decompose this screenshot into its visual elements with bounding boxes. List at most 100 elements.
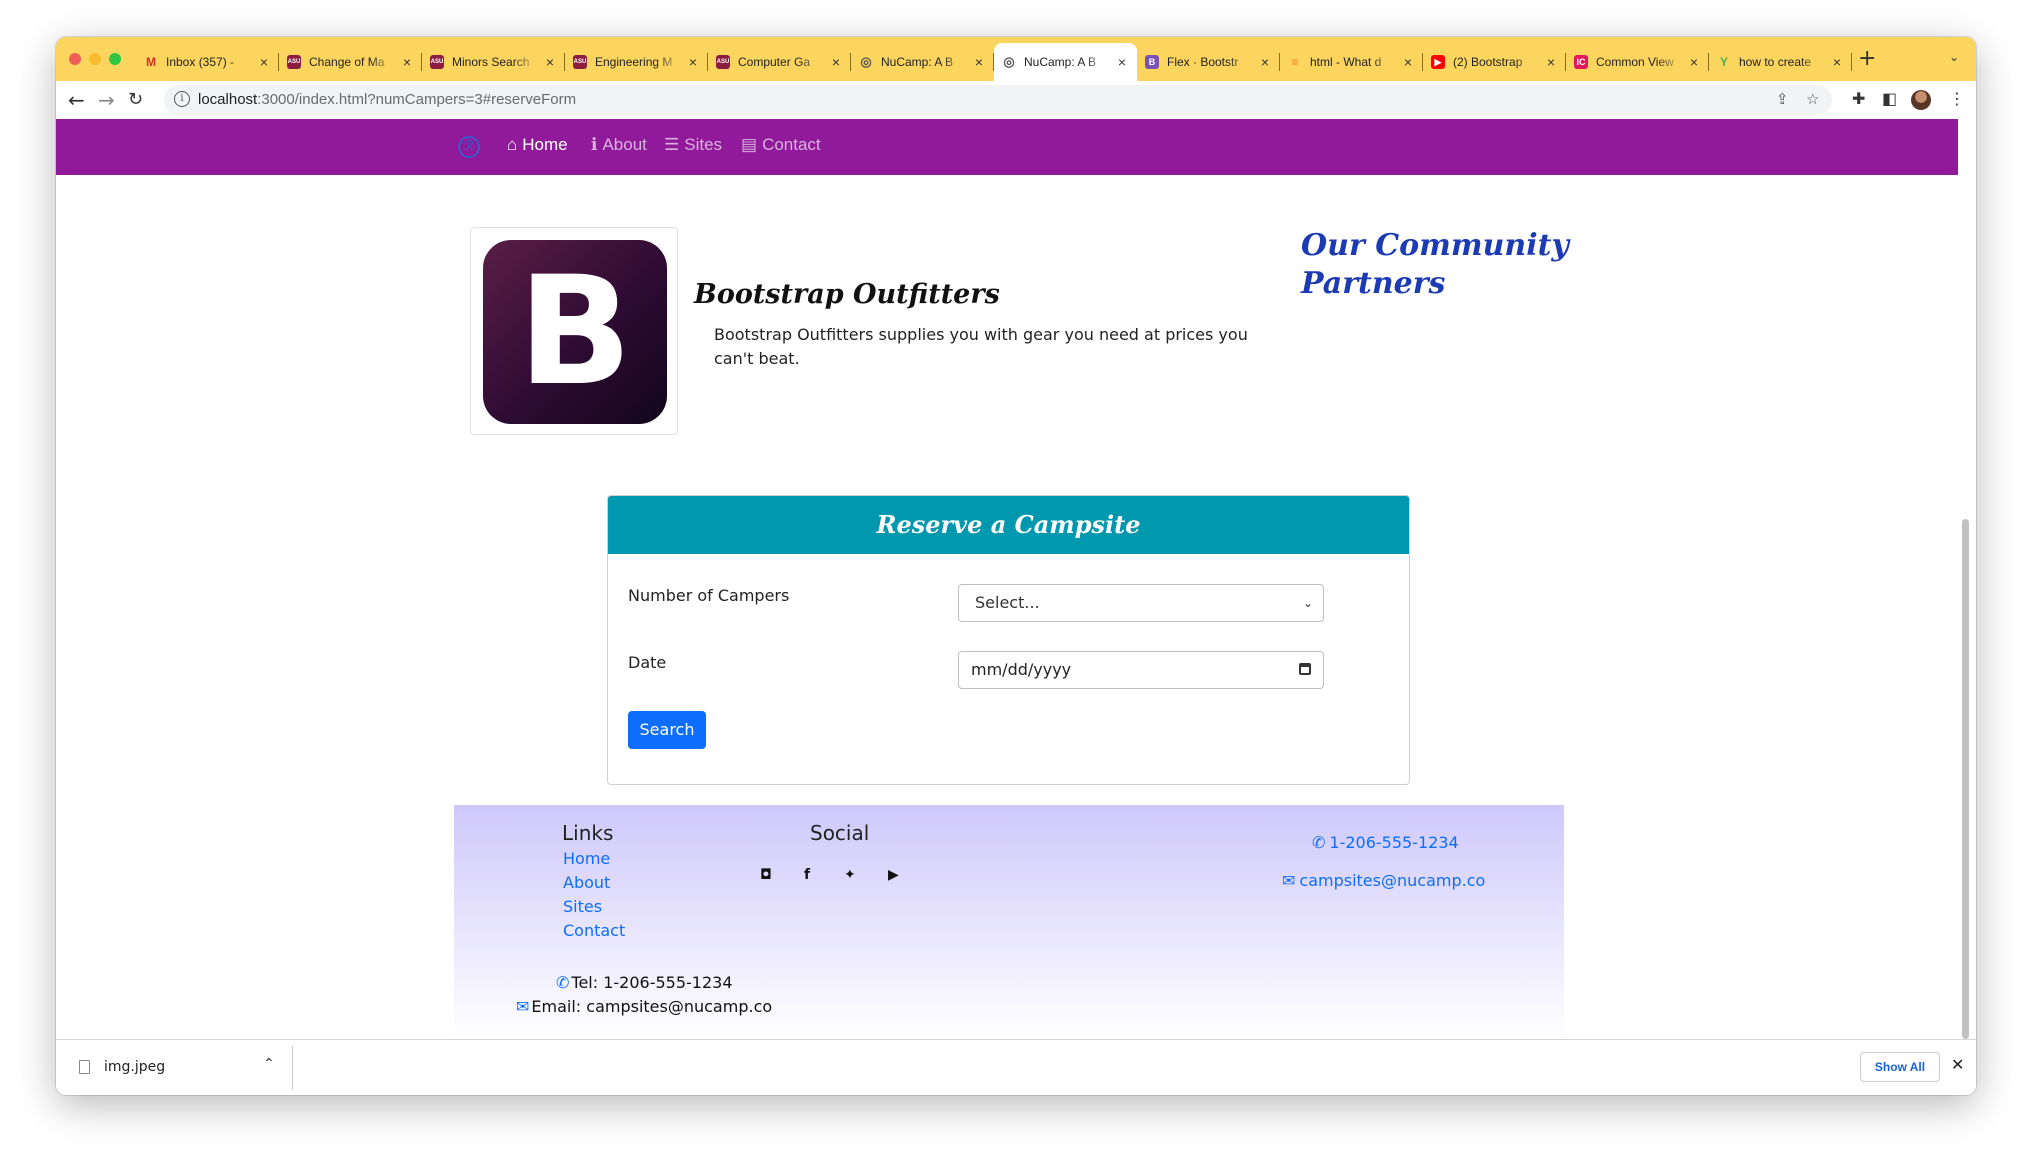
asu-icon: ASU bbox=[430, 55, 444, 69]
nav-contact-link[interactable]: ▤ Contact bbox=[741, 135, 821, 155]
tab-close-icon[interactable]: × bbox=[257, 54, 271, 70]
browser-tab[interactable]: ◎ NuCamp: A B × bbox=[994, 43, 1137, 81]
browser-tab[interactable]: B Flex · Bootstr × bbox=[1137, 43, 1280, 81]
site-info-icon[interactable]: i bbox=[174, 91, 190, 107]
bookmark-star-icon[interactable]: ☆ bbox=[1806, 90, 1819, 108]
address-card-icon: ▤ bbox=[741, 135, 758, 154]
nav-about-link[interactable]: ℹ About bbox=[591, 135, 647, 155]
campers-select-value: Select... bbox=[975, 593, 1040, 612]
tab-title: html - What d bbox=[1310, 55, 1382, 69]
footer-link-about[interactable]: About bbox=[563, 873, 610, 892]
envelope-icon: ✉ bbox=[516, 997, 530, 1016]
tab-title: Change of Ma bbox=[309, 55, 385, 69]
close-window-button[interactable] bbox=[69, 53, 81, 65]
partners-heading-line1: Our Community bbox=[1301, 228, 1569, 263]
browser-tab[interactable]: ASU Minors Search × bbox=[422, 43, 565, 81]
instagram-icon[interactable]: ◘ bbox=[760, 867, 772, 883]
tab-close-icon[interactable]: × bbox=[1258, 54, 1272, 70]
tab-close-icon[interactable]: × bbox=[400, 54, 414, 70]
profile-avatar[interactable] bbox=[1911, 90, 1931, 110]
footer-email-link[interactable]: ✉ campsites@nucamp.co bbox=[1282, 871, 1485, 890]
tab-title: Minors Search bbox=[452, 55, 530, 69]
forward-arrow-icon[interactable]: → bbox=[98, 88, 115, 112]
list-icon: ☰ bbox=[664, 135, 680, 154]
tab-title: Engineering M bbox=[595, 55, 673, 69]
nav-home-link[interactable]: ⌂ Home bbox=[507, 135, 568, 155]
asu-icon: ASU bbox=[287, 55, 301, 69]
footer-phone-link[interactable]: ✆ 1-206-555-1234 bbox=[1312, 833, 1459, 852]
tab-close-icon[interactable]: × bbox=[543, 54, 557, 70]
browser-tab[interactable]: ▶ (2) Bootstrap × bbox=[1423, 43, 1566, 81]
campers-label: Number of Campers bbox=[628, 586, 790, 605]
tab-title: NuCamp: A B bbox=[881, 55, 954, 69]
bootstrap-icon: B bbox=[1145, 55, 1159, 69]
community-partners-heading: Our Community Partners bbox=[1301, 227, 1569, 303]
reserve-card-header: Reserve a Campsite bbox=[608, 496, 1409, 554]
reload-icon[interactable]: ↻ bbox=[128, 88, 143, 112]
footer-links-heading: Links bbox=[562, 821, 614, 845]
footer-social-heading: Social bbox=[810, 821, 870, 845]
youtube-icon[interactable]: ▶ bbox=[888, 867, 899, 883]
browser-tab[interactable]: ◎ NuCamp: A B × bbox=[851, 43, 994, 81]
footer-email-text: campsites@nucamp.co bbox=[1299, 871, 1486, 890]
tab-close-icon[interactable]: × bbox=[1115, 54, 1129, 70]
footer-link-home[interactable]: Home bbox=[563, 849, 610, 868]
tab-close-icon[interactable]: × bbox=[1687, 54, 1701, 70]
search-button[interactable]: Search bbox=[628, 711, 706, 749]
address-bar[interactable]: i localhost:3000/index.html?numCampers=3… bbox=[164, 85, 1832, 115]
tab-close-icon[interactable]: × bbox=[1830, 54, 1844, 70]
tab-search-chevron-icon[interactable]: ⌄ bbox=[1949, 50, 1959, 64]
twitter-icon[interactable]: ✦ bbox=[844, 867, 856, 883]
tab-list: M Inbox (357) - × ASU Change of Ma × ASU Minors… bbox=[136, 43, 1852, 81]
side-panel-icon[interactable]: ◧ bbox=[1882, 89, 1897, 108]
browser-tab[interactable]: ≡ html - What d × bbox=[1280, 43, 1423, 81]
tab-close-icon[interactable]: × bbox=[829, 54, 843, 70]
chevron-down-icon: ⌄ bbox=[1302, 596, 1313, 610]
tab-title: Flex · Bootstr bbox=[1167, 55, 1239, 69]
browser-tab[interactable]: Yhow to create × bbox=[1709, 43, 1852, 81]
browser-tab[interactable]: ASU Engineering M × bbox=[565, 43, 708, 81]
tab-close-icon[interactable]: × bbox=[1544, 54, 1558, 70]
tab-close-icon[interactable]: × bbox=[686, 54, 700, 70]
tab-close-icon[interactable]: × bbox=[972, 54, 986, 70]
stackoverflow-icon: ≡ bbox=[1291, 55, 1299, 69]
home-icon: ⌂ bbox=[507, 135, 518, 154]
calendar-icon[interactable] bbox=[1299, 663, 1311, 675]
nucamp-logo-icon[interactable]: ℛ bbox=[458, 136, 480, 158]
footer-link-sites[interactable]: Sites bbox=[563, 897, 602, 916]
back-arrow-icon[interactable]: ← bbox=[68, 88, 85, 112]
kebab-menu-icon[interactable]: ⋮ bbox=[1949, 89, 1965, 108]
show-all-button[interactable]: Show All bbox=[1860, 1052, 1940, 1082]
envelope-icon: ✉ bbox=[1282, 871, 1296, 890]
tab-title: (2) Bootstrap bbox=[1453, 55, 1523, 69]
extensions-puzzle-icon[interactable]: ✚ bbox=[1852, 89, 1865, 108]
browser-tab[interactable]: M Inbox (357) - × bbox=[136, 43, 279, 81]
globe-icon: ◎ bbox=[860, 54, 872, 69]
new-tab-button[interactable]: + bbox=[1858, 46, 1876, 71]
tab-strip: M Inbox (357) - × ASU Change of Ma × ASU Minors… bbox=[56, 37, 1976, 81]
share-icon[interactable]: ⇪ bbox=[1776, 90, 1789, 108]
browser-tab[interactable]: ASU Computer Ga × bbox=[708, 43, 851, 81]
campers-select[interactable]: Select... ⌄ bbox=[958, 584, 1324, 622]
nav-sites-link[interactable]: ☰ Sites bbox=[664, 135, 722, 155]
partners-heading-line2: Partners bbox=[1301, 266, 1446, 301]
download-item[interactable]: img.jpeg bbox=[79, 1059, 165, 1075]
browser-tab[interactable]: IC Common View × bbox=[1566, 43, 1709, 81]
reserve-campsite-card: Reserve a Campsite Number of Campers Sel… bbox=[607, 495, 1410, 785]
partner-title: Bootstrap Outfitters bbox=[694, 279, 1000, 310]
minimize-window-button[interactable] bbox=[89, 53, 101, 65]
youtube-icon: ▶ bbox=[1431, 55, 1445, 69]
page-viewport: ℛ ⌂ Home ℹ About ☰ Sites ▤ Contact B Bootstr… bbox=[56, 119, 1976, 1039]
browser-tab[interactable]: ASU Change of Ma × bbox=[279, 43, 422, 81]
tab-close-icon[interactable]: × bbox=[1401, 54, 1415, 70]
site-footer: Links Home About Sites Contact Social ◘ … bbox=[454, 805, 1564, 1039]
chevron-up-icon[interactable]: ⌃ bbox=[263, 1056, 275, 1072]
footer-link-contact[interactable]: Contact bbox=[563, 921, 625, 940]
partner-description: Bootstrap Outfitters supplies you with g… bbox=[714, 325, 1248, 368]
page-scrollbar[interactable] bbox=[1962, 519, 1969, 1039]
facebook-icon[interactable]: f bbox=[804, 867, 810, 883]
nav-home-label: Home bbox=[522, 135, 568, 154]
close-icon[interactable]: ✕ bbox=[1951, 1055, 1964, 1074]
maximize-window-button[interactable] bbox=[109, 53, 121, 65]
date-input[interactable]: mm/dd/yyyy bbox=[958, 651, 1324, 689]
